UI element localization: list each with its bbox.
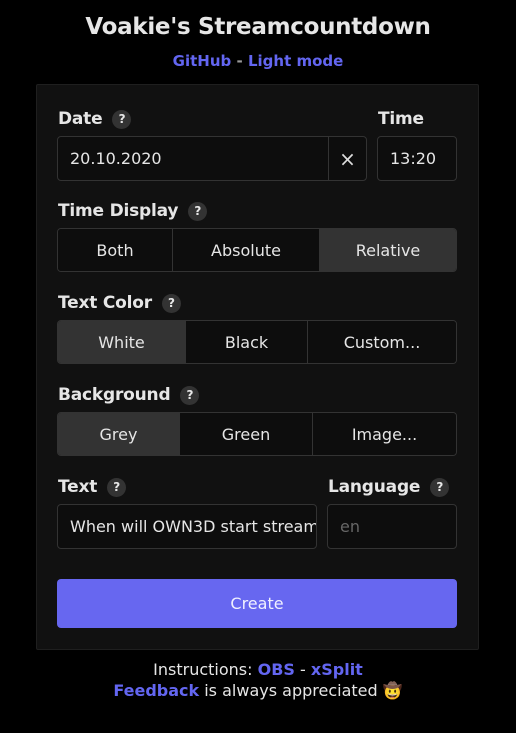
time-label-text: Time xyxy=(378,109,424,129)
time-display-relative[interactable]: Relative xyxy=(320,229,456,271)
time-display-both[interactable]: Both xyxy=(58,229,173,271)
date-field[interactable]: 20.10.2020 × xyxy=(57,136,367,181)
text-color-custom[interactable]: Custom... xyxy=(308,321,456,363)
time-label: Time xyxy=(378,109,424,129)
date-label: Date ? xyxy=(58,109,132,129)
background-image[interactable]: Image... xyxy=(313,413,456,455)
time-display-absolute[interactable]: Absolute xyxy=(173,229,320,271)
date-label-text: Date xyxy=(58,109,103,129)
language-label: Language ? xyxy=(328,477,450,497)
feedback-text: is always appreciated xyxy=(204,681,378,700)
language-label-text: Language xyxy=(328,477,421,497)
page-title: Voakie's Streamcountdown xyxy=(85,14,431,40)
help-icon[interactable]: ? xyxy=(107,477,127,497)
time-display-selector: Both Absolute Relative xyxy=(57,228,457,272)
date-value: 20.10.2020 xyxy=(70,149,162,168)
background-label: Background ? xyxy=(58,385,200,405)
time-display-label-text: Time Display xyxy=(58,201,179,221)
text-label: Text ? xyxy=(58,477,127,497)
light-mode-link[interactable]: Light mode xyxy=(248,52,343,70)
text-color-black[interactable]: Black xyxy=(186,321,308,363)
text-label-text: Text xyxy=(58,477,98,497)
text-value: When will OWN3D start streaming? xyxy=(70,517,316,536)
background-label-text: Background xyxy=(58,385,171,405)
separator: - xyxy=(300,660,306,679)
xsplit-link[interactable]: xSplit xyxy=(311,660,363,679)
help-icon[interactable]: ? xyxy=(112,109,132,129)
separator: - xyxy=(236,52,243,70)
language-placeholder: en xyxy=(340,517,360,536)
text-input[interactable]: When will OWN3D start streaming? xyxy=(57,504,317,549)
language-input[interactable]: en xyxy=(327,504,457,549)
text-color-label-text: Text Color xyxy=(58,293,152,313)
background-green[interactable]: Green xyxy=(180,413,313,455)
instructions-prefix: Instructions: xyxy=(153,660,253,679)
github-link[interactable]: GitHub xyxy=(173,52,232,70)
clear-date-icon[interactable]: × xyxy=(328,137,366,180)
help-icon[interactable]: ? xyxy=(188,201,208,221)
background-grey[interactable]: Grey xyxy=(58,413,180,455)
time-field[interactable]: 13:20 xyxy=(377,136,457,181)
text-color-label: Text Color ? xyxy=(58,293,181,313)
time-value: 13:20 xyxy=(390,149,437,168)
obs-link[interactable]: OBS xyxy=(258,660,295,679)
background-selector: Grey Green Image... xyxy=(57,412,457,456)
help-icon[interactable]: ? xyxy=(161,293,181,313)
cowboy-emoji-icon: 🤠 xyxy=(382,681,403,700)
instructions-line: Instructions: OBS - xSplit xyxy=(0,660,516,679)
header-links: GitHub - Light mode xyxy=(0,52,516,70)
help-icon[interactable]: ? xyxy=(180,385,200,405)
text-color-white[interactable]: White xyxy=(58,321,186,363)
time-display-label: Time Display ? xyxy=(58,201,208,221)
help-icon[interactable]: ? xyxy=(430,477,450,497)
settings-card: Date ? 20.10.2020 × Time 13:20 Time Disp… xyxy=(36,84,479,650)
feedback-line: Feedback is always appreciated 🤠 xyxy=(0,681,516,700)
feedback-link[interactable]: Feedback xyxy=(113,681,199,700)
create-button[interactable]: Create xyxy=(57,579,457,628)
text-color-selector: White Black Custom... xyxy=(57,320,457,364)
